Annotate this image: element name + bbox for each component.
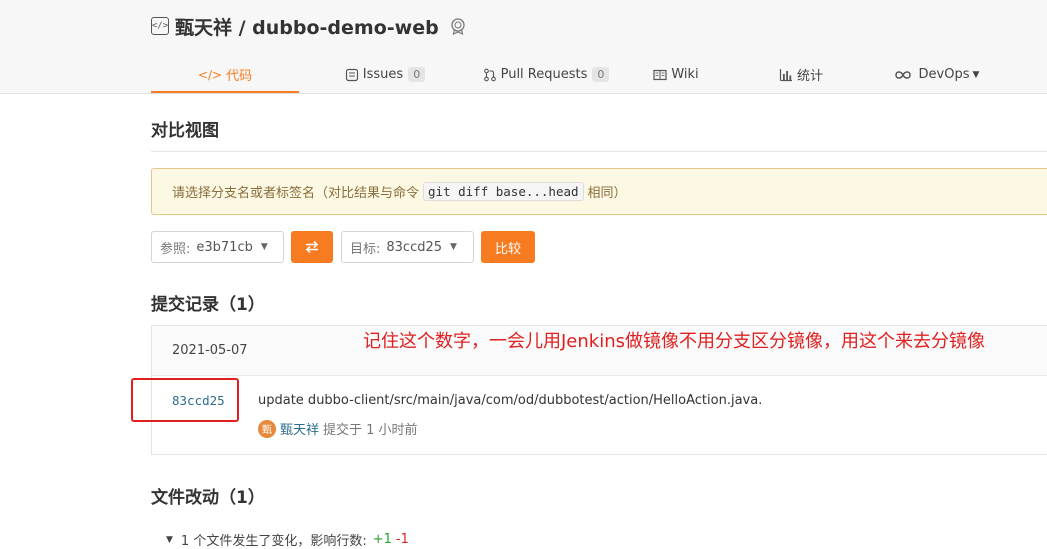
files-title: 文件改动（1） — [151, 488, 265, 508]
avatar[interactable]: 甄 — [258, 419, 276, 438]
target-label: 目标: — [350, 241, 381, 257]
commit-time: 提交于 1 小时前 — [323, 423, 418, 438]
bar-chart-icon — [779, 68, 792, 81]
triangle-down-icon: ▼ — [166, 534, 173, 545]
tab-label: 统计 — [796, 69, 823, 84]
commit-date: 2021-05-07 — [172, 343, 248, 358]
notice-code: git diff base...head — [423, 182, 584, 201]
code-icon: </> — [197, 67, 223, 82]
code-bracket-icon: </> — [151, 17, 169, 35]
commit-author-row: 甄 甄天祥 提交于 1 小时前 — [258, 419, 418, 438]
repo-header: </> 甄天祥 / dubbo-demo-web </> 代码 Issues 0 — [0, 0, 1047, 94]
tab-issues[interactable]: Issues 0 — [299, 58, 471, 91]
target-value: 83ccd25 — [386, 239, 443, 255]
compare-notice: 请选择分支名或者标签名（对比结果与命令 git diff base...head… — [151, 168, 1047, 215]
repo-title-row: </> 甄天祥 / dubbo-demo-web — [151, 12, 467, 40]
base-value: e3b71cb — [196, 239, 253, 255]
author-link[interactable]: 甄天祥 — [280, 419, 319, 438]
commits-title: 提交记录（1） — [151, 295, 265, 315]
swap-arrows-icon — [305, 240, 319, 254]
chevron-down-icon: ▼ — [972, 69, 980, 80]
pull-request-icon — [483, 68, 496, 81]
notice-text: 请选择分支名或者标签名（对比结果与命令 — [172, 186, 420, 201]
tab-label: Issues — [362, 67, 404, 82]
annotation-text: 记住这个数字，一会儿用Jenkins做镜像不用分支区分镜像，用这个来去分镜像 — [363, 331, 985, 352]
caret-down-icon: ▼ — [450, 242, 457, 252]
base-ref-select[interactable]: 参照: e3b71cb ▼ — [151, 231, 284, 263]
additions-count: +1 — [372, 532, 392, 547]
book-icon — [653, 69, 667, 80]
changes-summary-text: 1 个文件发生了变化，影响行数: — [180, 534, 367, 549]
caret-down-icon: ▼ — [260, 242, 268, 252]
infinity-icon — [894, 70, 911, 79]
tab-label: Wiki — [671, 67, 699, 82]
tab-label: DevOps — [918, 67, 970, 82]
commit-message[interactable]: update dubbo-client/src/main/java/com/od… — [258, 393, 762, 408]
award-icon[interactable] — [449, 17, 467, 35]
issues-count-badge: 0 — [408, 67, 426, 82]
tab-label: 代码 — [226, 69, 253, 84]
compare-button[interactable]: 比较 — [481, 231, 535, 263]
issue-icon — [345, 68, 358, 81]
tab-wiki[interactable]: Wiki — [621, 58, 731, 91]
tab-code[interactable]: </> 代码 — [151, 58, 299, 93]
divider — [151, 151, 1047, 152]
tab-devops[interactable]: DevOps ▼ — [871, 58, 1001, 91]
file-changes-summary[interactable]: ▼ 1 个文件发生了变化，影响行数: +1 -1 — [166, 530, 409, 549]
repo-name[interactable]: 甄天祥 / dubbo-demo-web — [175, 13, 439, 40]
tab-pull-requests[interactable]: Pull Requests 0 — [471, 58, 621, 91]
compare-title: 对比视图 — [151, 121, 219, 141]
target-ref-select[interactable]: 目标: 83ccd25 ▼ — [341, 231, 474, 263]
repo-tabs: </> 代码 Issues 0 Pull Requests 0 Wiki 统计 … — [151, 58, 1001, 93]
tab-stats[interactable]: 统计 — [731, 58, 871, 91]
swap-refs-button[interactable] — [291, 231, 333, 263]
commit-sha-link[interactable]: 83ccd25 — [172, 393, 225, 408]
notice-text-end: 相同） — [587, 186, 627, 201]
base-label: 参照: — [160, 241, 191, 257]
pr-count-badge: 0 — [592, 67, 610, 82]
deletions-count: -1 — [395, 532, 409, 547]
tab-label: Pull Requests — [500, 67, 588, 82]
